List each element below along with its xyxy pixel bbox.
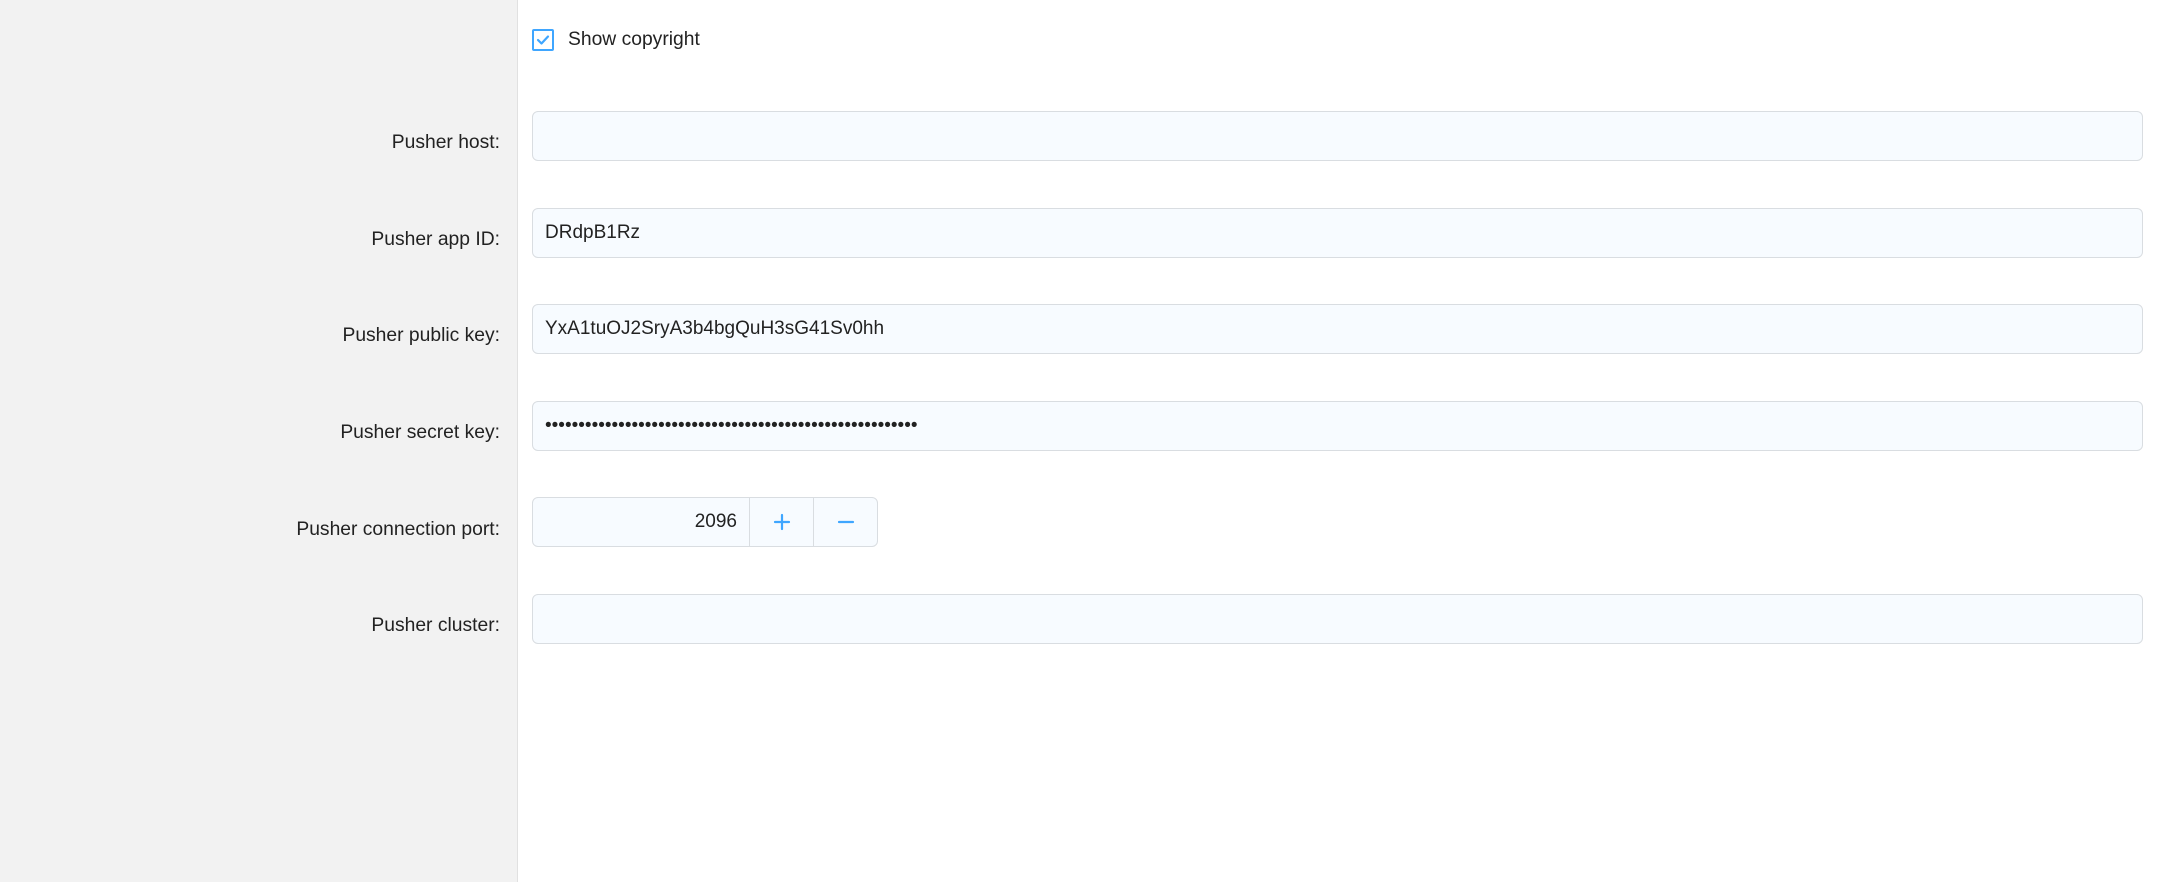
show-copyright-checkbox-wrap: Show copyright — [532, 29, 2143, 51]
check-icon — [536, 33, 550, 47]
pusher-host-label: Pusher host: — [0, 62, 518, 154]
pusher-secret-key-input[interactable] — [532, 401, 2143, 451]
pusher-public-key-control — [518, 260, 2157, 357]
show-copyright-control: Show copyright — [518, 3, 2157, 54]
pusher-cluster-label: Pusher cluster: — [0, 559, 518, 637]
pusher-host-control — [518, 53, 2157, 164]
show-copyright-checkbox[interactable] — [532, 29, 554, 51]
pusher-connection-port-label: Pusher connection port: — [0, 463, 518, 541]
pusher-app-id-control — [518, 164, 2157, 261]
pusher-host-input[interactable] — [532, 111, 2143, 161]
pusher-secret-key-label: Pusher secret key: — [0, 366, 518, 444]
pusher-cluster-input[interactable] — [532, 594, 2143, 644]
plus-icon — [773, 513, 791, 531]
pusher-connection-port-input[interactable] — [533, 498, 749, 546]
minus-icon — [837, 513, 855, 531]
pusher-connection-port-control — [518, 453, 2157, 550]
pusher-secret-key-control — [518, 357, 2157, 454]
port-decrement-button[interactable] — [813, 498, 877, 546]
pusher-public-key-label: Pusher public key: — [0, 269, 518, 347]
show-copyright-label-spacer — [0, 15, 518, 41]
pusher-cluster-control — [518, 550, 2157, 647]
settings-form: Show copyright Pusher host: Pusher app I… — [0, 0, 2157, 882]
show-copyright-label: Show copyright — [568, 29, 700, 51]
pusher-app-id-label: Pusher app ID: — [0, 173, 518, 251]
pusher-connection-port-stepper — [532, 497, 878, 547]
pusher-app-id-input[interactable] — [532, 208, 2143, 258]
port-increment-button[interactable] — [749, 498, 813, 546]
pusher-public-key-input[interactable] — [532, 304, 2143, 354]
